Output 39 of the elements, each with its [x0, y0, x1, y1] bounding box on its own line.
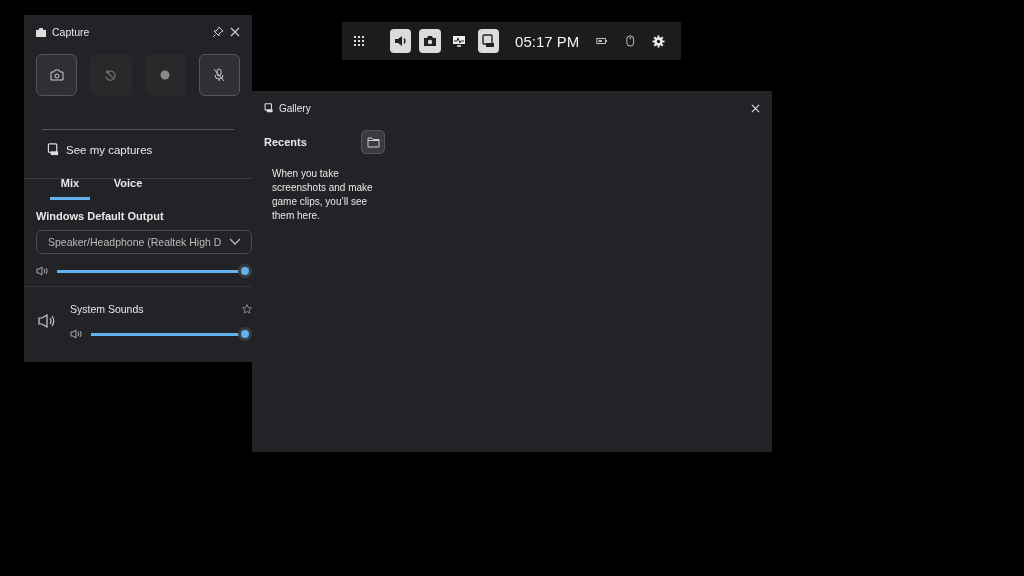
gallery-icon — [264, 103, 274, 113]
grid-icon — [354, 36, 364, 46]
close-icon[interactable] — [230, 27, 240, 37]
gallery-button[interactable] — [477, 29, 500, 53]
pin-icon[interactable] — [212, 26, 224, 38]
screenshot-button[interactable] — [36, 54, 78, 96]
speaker-icon — [393, 34, 408, 48]
folder-icon — [366, 136, 380, 148]
device-dropdown[interactable]: Speaker/Headphone (Realtek High D — [36, 230, 252, 254]
speaker-icon — [70, 329, 82, 339]
gallery-icon — [47, 143, 60, 156]
widget-title: Capture — [52, 26, 90, 38]
app-name: System Sounds — [70, 303, 144, 315]
close-icon[interactable] — [751, 103, 760, 113]
section-title: Windows Default Output — [36, 210, 165, 222]
settings-icon — [651, 34, 665, 48]
battery-icon — [596, 36, 609, 46]
open-folder-button[interactable] — [361, 130, 385, 154]
record-icon — [160, 70, 171, 80]
star-icon[interactable] — [242, 304, 252, 314]
rewind-clock-icon — [104, 68, 118, 82]
monitor-chart-icon — [452, 34, 467, 48]
mic-off-icon — [213, 68, 226, 82]
speaker-icon — [36, 266, 48, 276]
see-captures-link[interactable]: See my captures — [47, 143, 153, 156]
section-title: Recents — [264, 136, 308, 148]
capture-button[interactable] — [419, 29, 441, 53]
tab[interactable]: Voice — [108, 177, 148, 200]
chevron-down-icon — [229, 238, 241, 246]
mouse-icon — [626, 34, 635, 48]
gallery-icon — [481, 34, 496, 48]
volume-slider[interactable] — [91, 327, 252, 341]
audio-button[interactable] — [390, 29, 412, 53]
speaker-icon — [38, 313, 56, 329]
clock-time: 05:17 PM — [515, 32, 580, 50]
volume-slider[interactable] — [57, 264, 252, 278]
mic-button[interactable] — [198, 54, 240, 96]
widget-title: Gallery — [279, 102, 311, 114]
empty-message: When you take screenshots and make game clips, you’ll see them here. — [272, 167, 374, 223]
